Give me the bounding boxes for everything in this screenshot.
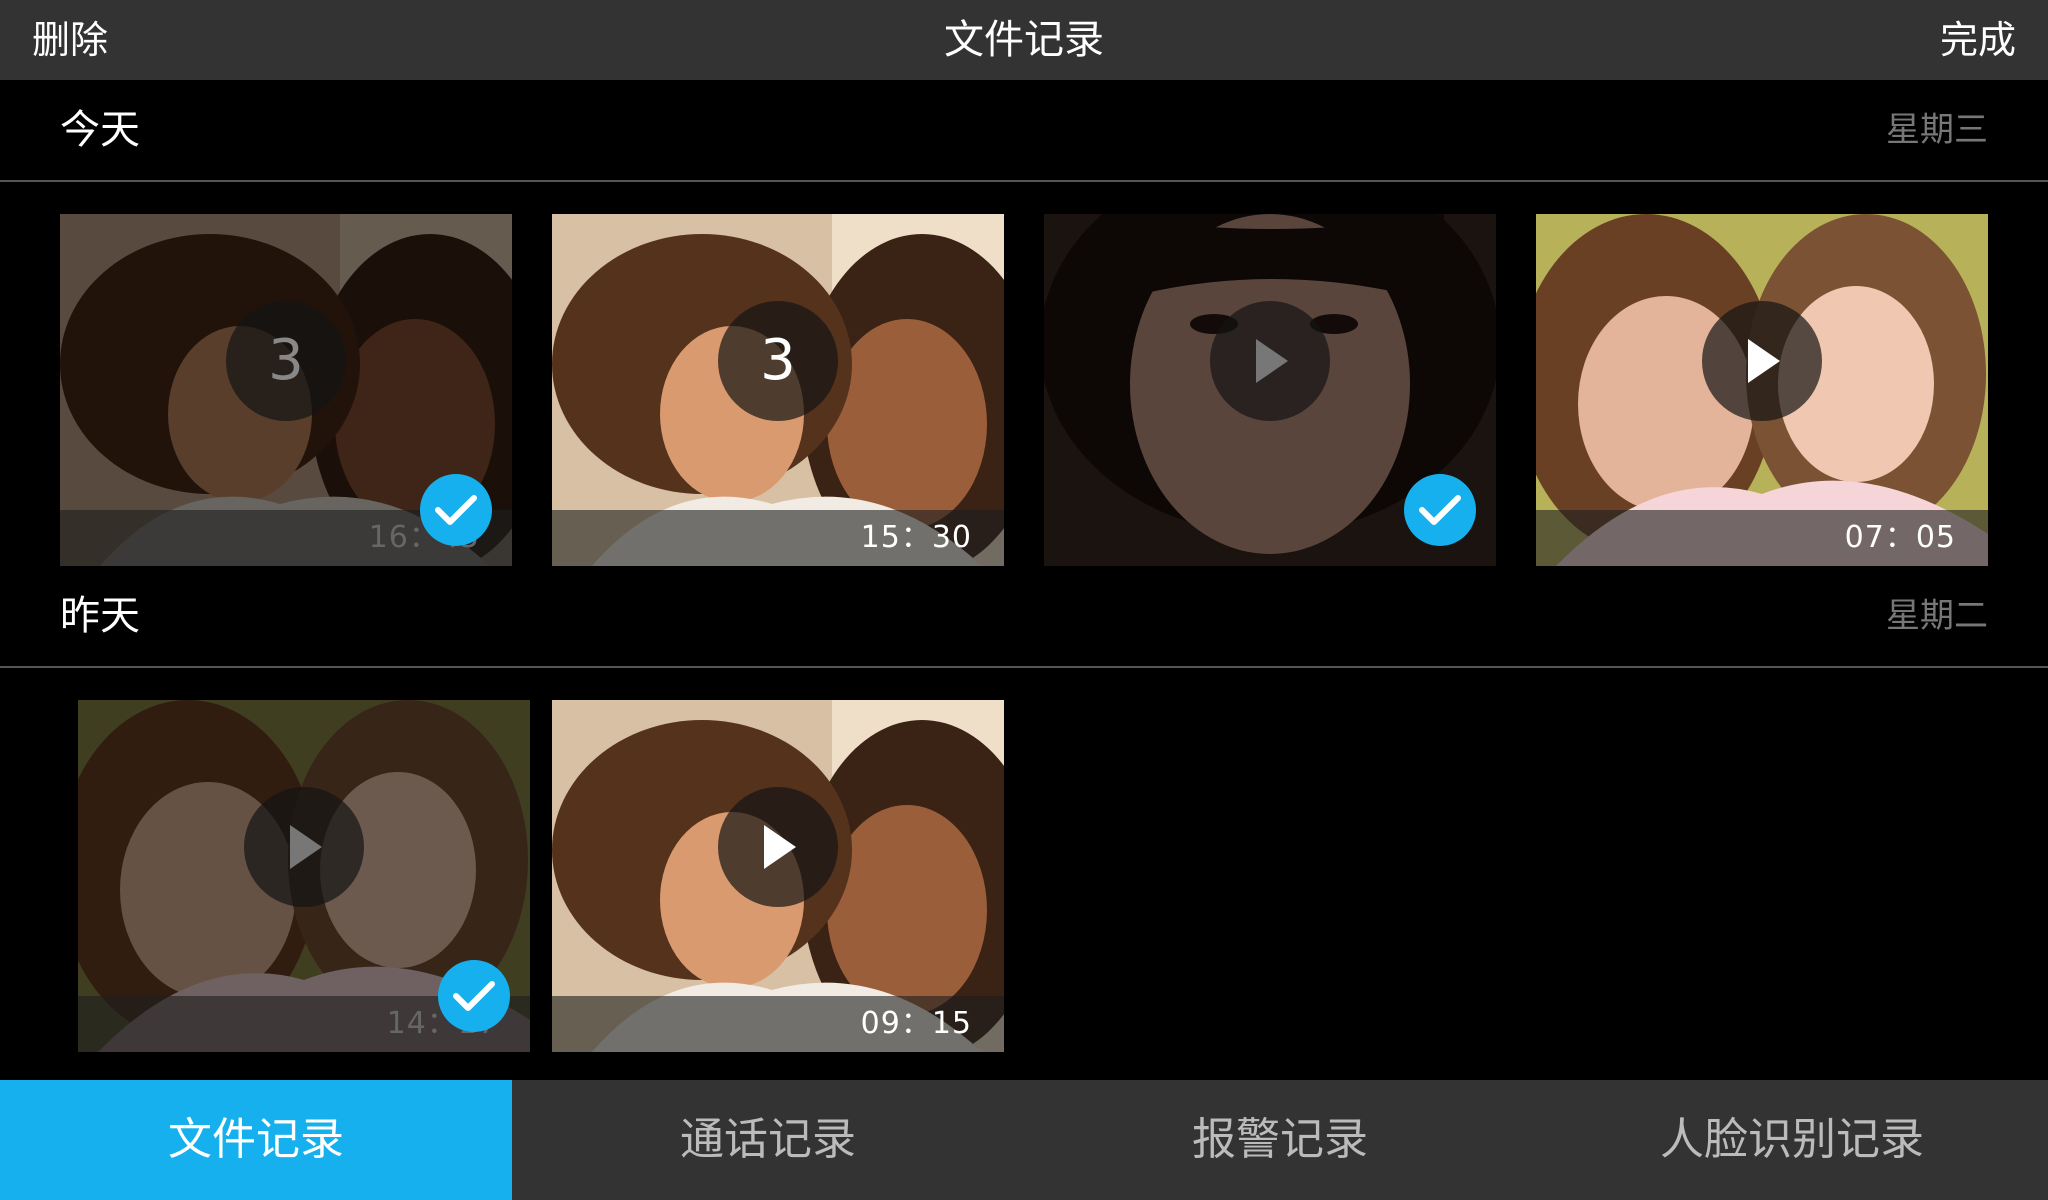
done-button[interactable]: 完成 [1940,0,2016,80]
selected-check-icon[interactable] [438,960,510,1032]
count-badge: 3 [226,301,346,421]
selected-check-icon[interactable] [1404,474,1476,546]
record-thumbnail[interactable] [1044,214,1496,566]
page-title: 文件记录 [944,17,1104,63]
play-button [1702,301,1822,421]
play-icon [764,825,796,869]
section-label: 昨天 [60,593,140,639]
record-thumbnail[interactable]: 09：15 [552,700,1004,1052]
tab-alarm-records[interactable]: 报警记录 [1024,1080,1536,1200]
section-label: 今天 [60,107,140,153]
record-thumbnail[interactable]: 16：45 3 [60,214,512,566]
record-thumbnail[interactable]: 15：30 3 [552,214,1004,566]
section-weekday: 星期二 [1886,596,1988,636]
tab-call-records[interactable]: 通话记录 [512,1080,1024,1200]
play-icon [290,825,322,869]
tab-file-records[interactable]: 文件记录 [0,1080,512,1200]
count-badge: 3 [718,301,838,421]
play-icon [1256,339,1288,383]
record-time: 15：30 [860,520,972,555]
play-button [1210,301,1330,421]
delete-button[interactable]: 删除 [32,0,108,80]
top-bar: 删除 文件记录 完成 [0,0,2048,80]
image-count: 3 [760,328,796,393]
record-time: 09：15 [860,1006,972,1041]
play-button [244,787,364,907]
record-thumbnail[interactable]: 07：05 [1536,214,1988,566]
section-weekday: 星期三 [1886,110,1988,150]
play-icon [1748,339,1780,383]
record-thumbnail[interactable]: 14：17 [78,700,530,1052]
selected-check-icon[interactable] [420,474,492,546]
record-time: 07：05 [1844,520,1956,555]
image-count: 3 [268,328,304,393]
section-header-yesterday: 昨天 星期二 [0,566,2048,668]
tab-face-recognition-records[interactable]: 人脸识别记录 [1536,1080,2048,1200]
section-header-today: 今天 星期三 [0,80,2048,182]
play-button [718,787,838,907]
tab-bar: 文件记录 通话记录 报警记录 人脸识别记录 [0,1080,2048,1200]
